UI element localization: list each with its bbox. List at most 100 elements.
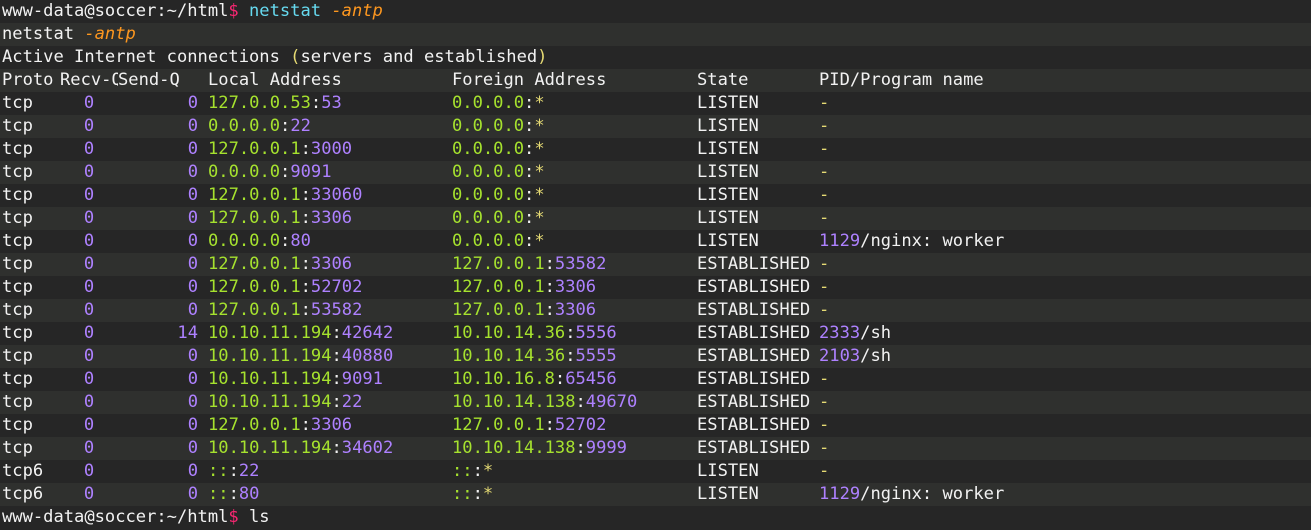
- cell-sendq: 0: [187, 139, 198, 159]
- cell-recvq: 0: [83, 231, 95, 251]
- prompt-line: www-data@soccer:~/html$ netstat -antp: [0, 0, 1311, 23]
- local-ip: 127.0.0.1: [208, 139, 301, 159]
- cell-pid-program: -: [819, 207, 1119, 230]
- local-colon: :: [331, 346, 342, 366]
- local-ip: ::: [208, 484, 229, 504]
- program-name: /sh: [860, 346, 892, 366]
- foreign-ip: ::: [452, 461, 473, 481]
- cell-recvq: 0: [83, 323, 95, 343]
- final-prompt-symbol: $: [228, 507, 239, 527]
- cell-recvq: 0: [83, 116, 95, 136]
- foreign-colon: :: [524, 93, 535, 113]
- prompt-args: -antp: [331, 1, 383, 21]
- foreign-port: *: [534, 185, 545, 205]
- cell-sendq: 0: [187, 484, 198, 504]
- cell-recvq: 0: [83, 369, 95, 389]
- cell-local-address: :::22: [208, 460, 452, 483]
- foreign-colon: :: [544, 277, 555, 297]
- program-name: -: [819, 438, 830, 458]
- foreign-port: 5556: [575, 323, 617, 343]
- cell-recvq: 0: [83, 208, 95, 228]
- local-colon: :: [280, 116, 291, 136]
- echo-command: netstat: [2, 24, 75, 44]
- cell-sendq: 14: [177, 323, 198, 343]
- program-name: /sh: [860, 323, 892, 343]
- foreign-colon: :: [524, 208, 535, 228]
- local-colon: :: [331, 438, 342, 458]
- table-row: tcp 0 0 10.10.11.194:34602 10.10.14.138:9999…: [0, 437, 1311, 460]
- cell-foreign-address: 0.0.0.0:*: [452, 230, 697, 253]
- local-ip: 127.0.0.1: [208, 300, 301, 320]
- local-colon: :: [300, 185, 311, 205]
- local-colon: :: [228, 461, 239, 481]
- cell-state: ESTABLISHED: [697, 300, 811, 320]
- col-header-pid: PID/Program name: [819, 70, 984, 90]
- cell-state: LISTEN: [697, 461, 759, 481]
- cell-proto: tcp: [2, 185, 33, 205]
- cell-pid-program: 2333/sh: [819, 322, 1119, 345]
- local-port: 3000: [310, 139, 353, 159]
- cell-state: LISTEN: [697, 162, 759, 182]
- cell-recvq: 0: [83, 162, 95, 182]
- table-row: tcp 0 0 10.10.11.194:22 10.10.14.138:49670 ES…: [0, 391, 1311, 414]
- title-inner: servers and established: [300, 47, 538, 67]
- foreign-colon: :: [575, 438, 586, 458]
- cell-foreign-address: 0.0.0.0:*: [452, 115, 697, 138]
- cell-pid-program: -: [819, 115, 1119, 138]
- cell-foreign-address: 10.10.14.36:5555: [452, 345, 697, 368]
- foreign-ip: 10.10.14.138: [452, 392, 576, 412]
- foreign-ip: 0.0.0.0: [452, 208, 525, 228]
- program-name: -: [819, 254, 830, 274]
- table-row: tcp 0 0 0.0.0.0:80 0.0.0.0:* LISTEN 1129/nginx…: [0, 230, 1311, 253]
- column-header-line: Proto Recv-QSend-Q Local Address Foreign Ad…: [0, 69, 1311, 92]
- table-row: tcp 0 0 10.10.11.194:9091 10.10.16.8:65456 ES…: [0, 368, 1311, 391]
- local-ip: 127.0.0.1: [208, 254, 301, 274]
- local-ip: 127.0.0.53: [208, 93, 311, 113]
- local-ip: ::: [208, 461, 229, 481]
- foreign-colon: :: [524, 162, 535, 182]
- cell-local-address: 127.0.0.1:33060: [208, 184, 452, 207]
- cell-foreign-address: :::*: [452, 460, 697, 483]
- cell-state: LISTEN: [697, 139, 759, 159]
- table-row: tcp 0 0 127.0.0.1:3000 0.0.0.0:* LISTEN -: [0, 138, 1311, 161]
- cell-state: ESTABLISHED: [697, 369, 811, 389]
- terminal-window[interactable]: www-data@soccer:~/html$ netstat -antp ne…: [0, 0, 1311, 530]
- foreign-port: *: [482, 461, 494, 481]
- program-name: -: [819, 415, 830, 435]
- cell-proto: tcp: [2, 254, 33, 274]
- local-port: 3306: [310, 208, 353, 228]
- local-ip: 0.0.0.0: [208, 116, 281, 136]
- foreign-ip: 127.0.0.1: [452, 254, 545, 274]
- foreign-ip: 127.0.0.1: [452, 415, 545, 435]
- table-row: tcp 0 0 127.0.0.1:3306 0.0.0.0:* LISTEN -: [0, 207, 1311, 230]
- cell-proto: tcp: [2, 277, 33, 297]
- table-row: tcp 0 0 127.0.0.1:3306 127.0.0.1:53582 ESTABL…: [0, 253, 1311, 276]
- local-port: 22: [290, 116, 311, 136]
- cell-pid-program: 2103/sh: [819, 345, 1119, 368]
- foreign-port: *: [534, 116, 545, 136]
- program-name: /nginx: worker: [860, 231, 1005, 251]
- col-header-foreign: Foreign Address: [452, 70, 607, 90]
- foreign-colon: :: [472, 484, 483, 504]
- cell-pid-program: -: [819, 138, 1119, 161]
- cell-sendq: 0: [187, 461, 198, 481]
- local-ip: 10.10.11.194: [208, 369, 332, 389]
- cell-sendq: 0: [187, 415, 198, 435]
- table-row: tcp 0 0 127.0.0.1:3306 127.0.0.1:52702 ESTABL…: [0, 414, 1311, 437]
- cell-state: ESTABLISHED: [697, 438, 811, 458]
- local-port: 80: [290, 231, 311, 251]
- command-echo-line: netstat -antp: [0, 23, 1311, 46]
- local-port: 33060: [310, 185, 363, 205]
- local-port: 53582: [310, 300, 363, 320]
- local-port: 34602: [341, 438, 394, 458]
- local-port: 3306: [310, 415, 353, 435]
- final-prompt-user-host-path: www-data@soccer:~/html: [2, 507, 229, 527]
- cell-proto: tcp: [2, 300, 33, 320]
- local-port: 3306: [310, 254, 353, 274]
- foreign-ip: 127.0.0.1: [452, 300, 545, 320]
- table-row: tcp 0 0 10.10.11.194:40880 10.10.14.36:5555 E…: [0, 345, 1311, 368]
- cell-pid-program: -: [819, 368, 1119, 391]
- program-name: -: [819, 93, 830, 113]
- program-name: /nginx: worker: [860, 484, 1005, 504]
- cell-local-address: 0.0.0.0:9091: [208, 161, 452, 184]
